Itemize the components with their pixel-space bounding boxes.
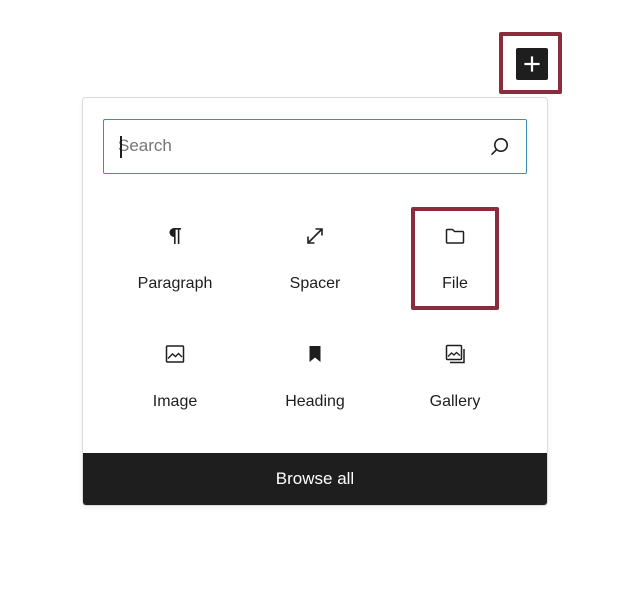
search-input[interactable]: [118, 120, 478, 172]
add-block-button[interactable]: [516, 48, 548, 80]
bookmark-icon: [309, 346, 321, 362]
paragraph-icon: [169, 228, 181, 244]
block-label: Paragraph: [137, 275, 213, 292]
block-image[interactable]: Image: [105, 316, 245, 434]
block-heading[interactable]: Heading: [245, 316, 385, 434]
block-inserter-popover: Paragraph Spacer File: [82, 97, 548, 506]
block-label: Gallery: [429, 393, 481, 410]
search-icon: [491, 138, 508, 155]
block-grid: Paragraph Spacer File Image Heading Gall…: [105, 198, 525, 434]
block-label: Image: [152, 393, 198, 410]
editor-canvas: Paragraph Spacer File: [0, 0, 644, 594]
gallery-icon: [445, 344, 465, 364]
block-gallery[interactable]: Gallery: [385, 316, 525, 434]
block-paragraph[interactable]: Paragraph: [105, 198, 245, 316]
image-icon: [165, 345, 185, 363]
block-label: File: [442, 275, 468, 292]
resize-arrows-icon: [307, 228, 323, 244]
block-label: Heading: [285, 393, 345, 410]
text-caret: [120, 136, 122, 158]
browse-all-button[interactable]: Browse all: [83, 453, 547, 505]
plus-icon: [524, 56, 540, 72]
search-box[interactable]: [103, 119, 527, 174]
block-spacer[interactable]: Spacer: [245, 198, 385, 316]
block-file[interactable]: File: [385, 198, 525, 316]
block-label: Spacer: [289, 275, 341, 292]
folder-icon: [445, 228, 465, 244]
